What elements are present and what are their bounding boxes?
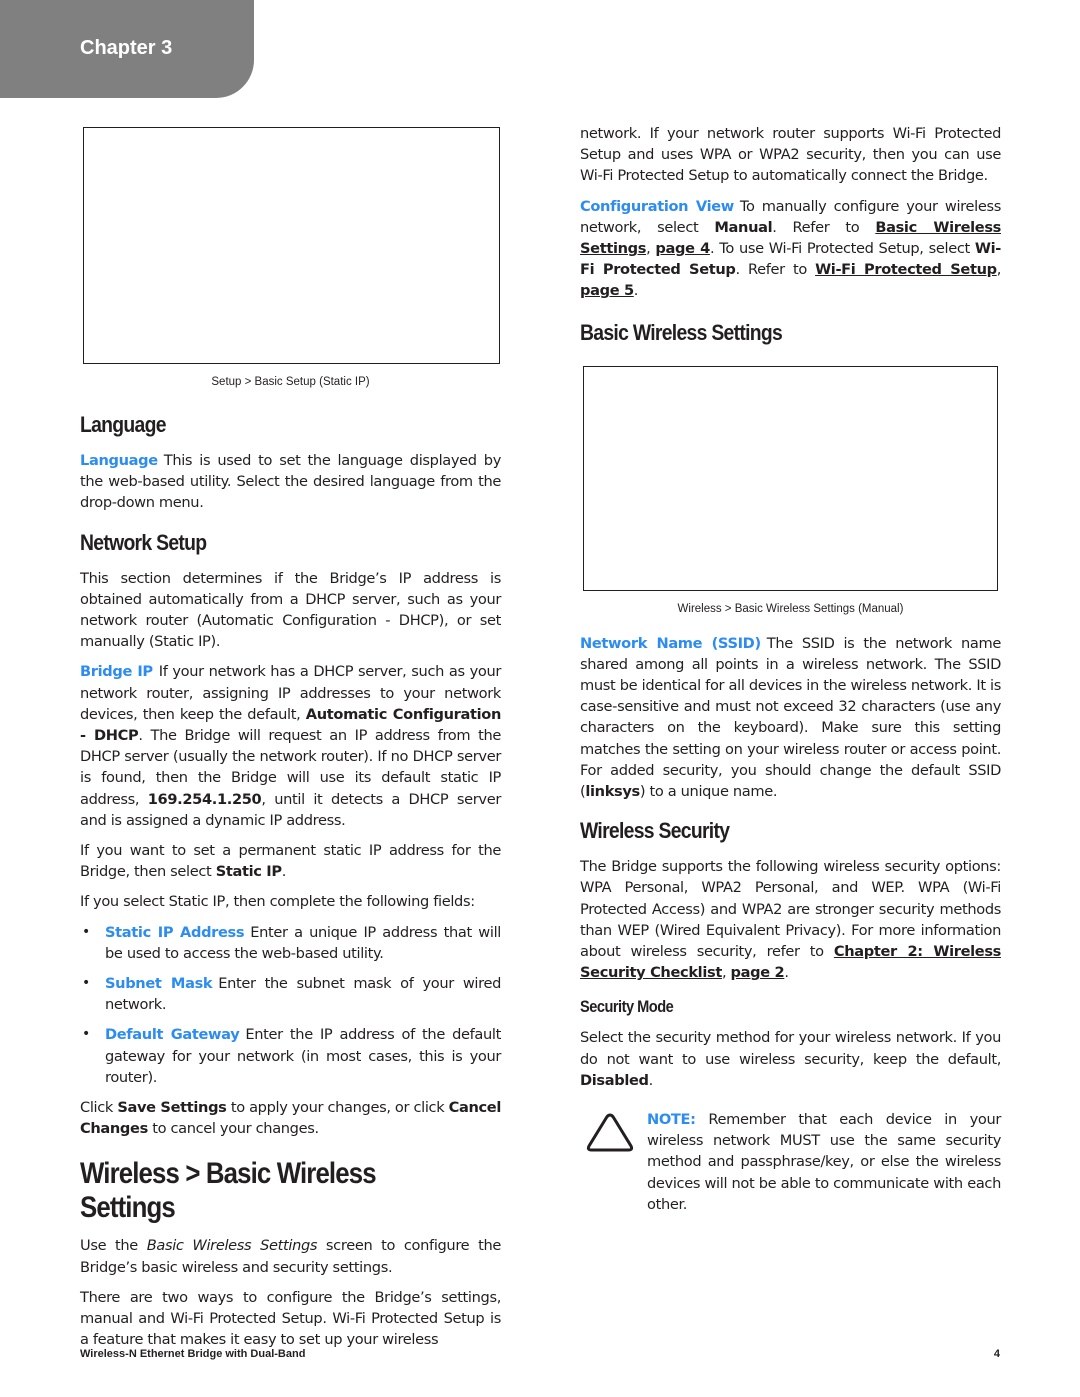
list-item: Subnet MaskEnter the subnet mask of your…	[80, 973, 501, 1015]
note-box: NOTE: Remember that each device in your …	[580, 1109, 1001, 1215]
static-ip-fields-list: Static IP AddressEnter a unique IP addre…	[80, 922, 501, 1088]
right-column: network. If your network router supports…	[580, 123, 1001, 1215]
paragraph-two-ways: There are two ways to configure the Brid…	[80, 1288, 501, 1349]
chapter-tab: Chapter 3	[0, 0, 254, 98]
paragraph-continued: network. If your network router supports…	[580, 125, 1001, 185]
note-text: NOTE: Remember that each device in your …	[647, 1111, 1001, 1213]
paragraph-wireless-security: The Bridge supports the following wirele…	[580, 858, 1002, 982]
section-heading-language: Language	[80, 412, 167, 437]
link-page-2[interactable]: page 2	[731, 964, 785, 981]
paragraph-language: Language This is used to set the language…	[80, 452, 501, 512]
warning-triangle-icon	[586, 1113, 634, 1152]
paragraph-network-intro: This section determines if the Bridge’s …	[80, 569, 501, 651]
term-language: Language	[80, 452, 158, 469]
subsection-heading-security-mode: Security Mode	[580, 997, 674, 1017]
paragraph-save-settings: Click Save Settings to apply your change…	[80, 1099, 501, 1138]
list-item: Static IP AddressEnter a unique IP addre…	[80, 922, 501, 964]
link-wifi-protected-setup[interactable]: Wi-Fi Protected Setup	[815, 261, 997, 278]
section-heading-network-setup: Network Setup	[80, 529, 207, 555]
footer-page-number: 4	[993, 1348, 1000, 1360]
section-heading-basic-wireless-settings: Basic Wireless Settings	[580, 319, 783, 345]
section-heading-wireless-security: Wireless Security	[580, 818, 730, 844]
paragraph-security-mode: Select the security method for your wire…	[580, 1029, 1001, 1089]
term-bridge-ip: Bridge IP	[80, 663, 153, 681]
left-column: Setup > Basic Setup (Static IP) Language…	[80, 127, 501, 1360]
paragraph-bridge-ip: Bridge IP If your network has a DHCP serv…	[80, 663, 501, 829]
page-footer: Wireless-N Ethernet Bridge with Dual-Ban…	[80, 1348, 1000, 1360]
link-page-4[interactable]: page 4	[655, 240, 710, 257]
screenshot-placeholder-basic-wireless	[583, 365, 998, 591]
paragraph-static-ip: If you want to set a permanent static IP…	[80, 842, 501, 881]
link-page-5[interactable]: page 5	[580, 282, 634, 299]
figure-caption: Setup > Basic Setup (Static IP)	[211, 376, 370, 388]
screenshot-placeholder-basic-setup	[83, 127, 500, 364]
paragraph-configuration-view: Configuration View To manually configure …	[580, 197, 1002, 300]
paragraph-ssid: Network Name (SSID) The SSID is the netwo…	[580, 634, 1001, 801]
chapter-label: Chapter 3	[80, 37, 173, 59]
paragraph-fields-intro: If you select Static IP, then complete t…	[80, 893, 475, 911]
figure-caption: Wireless > Basic Wireless Settings (Manu…	[677, 602, 904, 615]
footer-product-name: Wireless-N Ethernet Bridge with Dual-Ban…	[80, 1348, 306, 1360]
section-heading-wireless-basic: Wireless > Basic Wireless Settings	[80, 1157, 377, 1225]
paragraph-wireless-intro: Use the Basic Wireless Settings screen t…	[80, 1237, 501, 1276]
list-item: Default GatewayEnter the IP address of t…	[80, 1024, 501, 1088]
